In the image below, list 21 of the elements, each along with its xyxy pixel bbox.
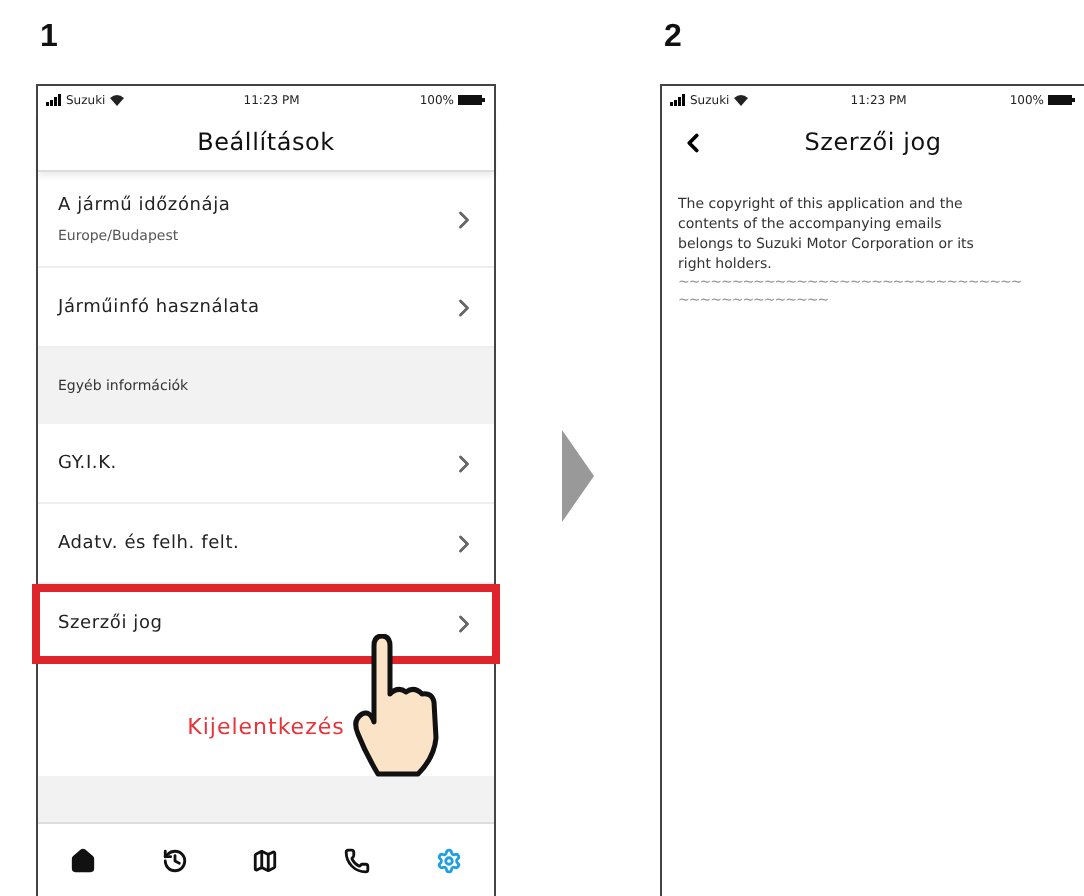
row-label: Szerzői jog [58,613,163,633]
step-arrow-icon [562,430,594,522]
logout-link[interactable]: Kijelentkezés [187,713,345,739]
row-label: Adatv. és felh. felt. [58,533,240,553]
screen-title: Beállítások [195,128,337,156]
row-label: A jármű időzónája [58,195,231,215]
highlighted-menu-row[interactable]: Szerzői jog [32,584,500,664]
screen-title: Szerzői jog [802,128,944,156]
signal-icon [670,94,686,106]
wifi-icon [733,94,748,106]
row-label: GY.I.K. [58,453,117,473]
row-label: Járműinfó használata [58,297,260,317]
wifi-icon [109,94,124,106]
battery-icon [1048,94,1076,106]
signal-icon [46,94,62,106]
step-number: 1 [40,20,60,58]
menu-row[interactable]: Adatv. és felh. felt. [38,504,494,584]
step-number: 2 [664,20,684,58]
battery-icon [458,94,486,106]
menu-row[interactable]: GY.I.K. [38,424,494,504]
tab-button[interactable] [340,843,375,877]
